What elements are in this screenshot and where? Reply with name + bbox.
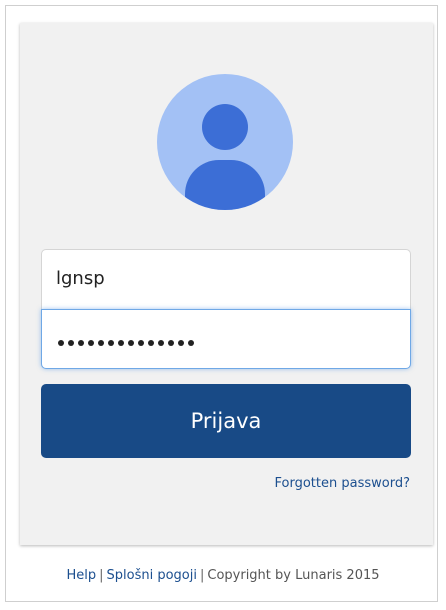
copyright-text: Copyright by Lunaris 2015 (207, 568, 380, 583)
avatar-head (202, 104, 248, 150)
footer-separator: | (99, 568, 104, 583)
password-dot (168, 340, 174, 346)
username-value: lgnsp (56, 268, 105, 289)
login-button[interactable]: Prijava (41, 384, 411, 458)
password-masked-value (58, 340, 194, 348)
password-dot (128, 340, 134, 346)
forgot-password-link[interactable]: Forgotten password? (275, 476, 410, 491)
password-dot (178, 340, 184, 346)
password-dot (148, 340, 154, 346)
help-link[interactable]: Help (66, 568, 96, 583)
password-dot (68, 340, 74, 346)
user-avatar-icon (157, 74, 293, 210)
footer-separator: | (199, 568, 205, 583)
password-field[interactable] (41, 309, 411, 369)
footer: Help | Splošni pogoji | Copyright by Lunaris… (0, 568, 446, 583)
password-dot (108, 340, 114, 346)
password-dot (58, 340, 64, 346)
password-dot (88, 340, 94, 346)
password-dot (98, 340, 104, 346)
username-field[interactable]: lgnsp (41, 249, 411, 309)
password-dot (78, 340, 84, 346)
password-dot (118, 340, 124, 346)
password-dot (158, 340, 164, 346)
avatar-body (185, 160, 265, 210)
password-dot (138, 340, 144, 346)
password-dot (188, 340, 194, 346)
terms-link[interactable]: Splošni pogoji (107, 568, 197, 583)
login-button-label: Prijava (190, 409, 262, 433)
